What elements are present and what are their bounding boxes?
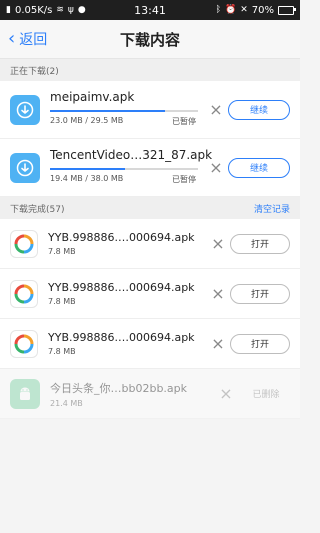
completed-info: 今日头条_你…bb02bb.apk 21.4 MB: [50, 380, 212, 408]
chevron-left-icon: ‹: [8, 28, 16, 49]
notification-icon: ●: [77, 4, 86, 15]
download-info: TencentVideo…321_87.apk 19.4 MB / 38.0 M…: [50, 146, 212, 190]
yyb-app-icon: [10, 229, 38, 258]
completed-info: YYB.998886.…000694.apk 7.8 MB: [48, 281, 204, 306]
battery-icon: [278, 5, 296, 15]
battery-percent: 70%: [251, 4, 274, 16]
status-left: ▮ 0.05K/s ≋ ψ ●: [6, 5, 86, 16]
completed-filename: YYB.998886.…000694.apk: [48, 331, 195, 344]
completed-filename: YYB.998886.…000694.apk: [48, 231, 195, 244]
completed-filename: YYB.998886.…000694.apk: [48, 281, 195, 294]
usb-icon: ψ: [67, 4, 74, 15]
download-filename: meipaimv.apk: [50, 89, 135, 104]
download-progress-bar: [50, 167, 126, 170]
completed-header: 下载完成(57): [10, 204, 65, 215]
close-icon[interactable]: ×: [210, 335, 226, 352]
completed-size: 7.8 MB: [48, 247, 76, 256]
open-button[interactable]: 打开: [230, 283, 290, 304]
download-icon: [10, 94, 40, 125]
download-item[interactable]: TencentVideo…321_87.apk 19.4 MB / 38.0 M…: [0, 139, 300, 197]
wifi-icon: ≋: [56, 4, 64, 15]
close-icon[interactable]: ×: [210, 285, 226, 302]
download-status: 已暂停: [172, 174, 196, 184]
download-status: 已暂停: [172, 116, 196, 126]
download-icon-glyph: [16, 159, 34, 176]
download-progress-bar: [50, 109, 166, 112]
network-speed: 0.05K/s: [14, 4, 53, 16]
completed-size: 7.8 MB: [48, 347, 76, 356]
download-progress: [50, 167, 198, 170]
completed-size: 21.4 MB: [50, 398, 83, 408]
resume-button[interactable]: 继续: [228, 157, 290, 178]
open-button[interactable]: 打开: [230, 333, 290, 354]
alarm-icon: ⏰: [225, 4, 237, 15]
completed-section-header: 下载完成(57) 清空记录: [0, 197, 300, 219]
yyb-app-icon: [10, 279, 38, 308]
completed-filename: 今日头条_你…bb02bb.apk: [50, 381, 188, 395]
download-icon: [10, 152, 40, 183]
download-progress: [50, 109, 198, 112]
completed-size: 7.8 MB: [48, 297, 76, 306]
completed-info: YYB.998886.…000694.apk 7.8 MB: [48, 231, 204, 256]
resume-button[interactable]: 继续: [228, 99, 290, 120]
clear-records-link[interactable]: 清空记录: [254, 202, 290, 215]
close-icon[interactable]: ×: [210, 235, 226, 252]
close-icon[interactable]: ×: [208, 159, 224, 176]
back-button[interactable]: ‹ 返回: [0, 29, 47, 49]
back-label: 返回: [19, 32, 48, 48]
yyb-app-icon-glyph: [14, 284, 34, 303]
android-icon-glyph: [20, 387, 30, 400]
nav-bar: ‹ 返回 下载内容: [0, 20, 300, 59]
yyb-app-icon-glyph: [14, 234, 34, 253]
mute-icon: ✕: [240, 4, 248, 15]
downloading-section-header: 正在下载(2): [0, 59, 300, 81]
completed-item[interactable]: YYB.998886.…000694.apk 7.8 MB × 打开: [0, 269, 300, 319]
download-item[interactable]: meipaimv.apk 23.0 MB / 29.5 MB 已暂停 × 继续: [0, 81, 300, 139]
download-icon-glyph: [16, 101, 34, 118]
status-bar: ▮ 0.05K/s ≋ ψ ● 13:41 ᛒ ⏰ ✕ 70%: [0, 0, 300, 20]
android-icon: [10, 378, 40, 409]
download-info: meipaimv.apk 23.0 MB / 29.5 MB 已暂停: [50, 88, 202, 132]
completed-item[interactable]: YYB.998886.…000694.apk 7.8 MB × 打开: [0, 219, 300, 269]
close-icon[interactable]: ×: [218, 385, 234, 402]
status-right: ᛒ ⏰ ✕ 70%: [215, 4, 296, 16]
open-button[interactable]: 打开: [230, 233, 290, 254]
download-filename: TencentVideo…321_87.apk: [50, 147, 213, 162]
download-size: 19.4 MB / 38.0 MB: [50, 173, 124, 183]
bluetooth-icon: ᛒ: [215, 4, 221, 15]
completed-info: YYB.998886.…000694.apk 7.8 MB: [48, 331, 204, 356]
deleted-status: 已删除: [252, 390, 280, 400]
yyb-app-icon: [10, 329, 38, 358]
completed-item[interactable]: YYB.998886.…000694.apk 7.8 MB × 打开: [0, 319, 300, 369]
download-size: 23.0 MB / 29.5 MB: [50, 115, 124, 125]
yyb-app-icon-glyph: [14, 334, 34, 353]
signal-icon: ▮: [6, 4, 11, 15]
downloading-header: 正在下载(2): [10, 66, 59, 77]
completed-item-deleted[interactable]: 今日头条_你…bb02bb.apk 21.4 MB × 已删除: [0, 369, 300, 419]
close-icon[interactable]: ×: [208, 101, 224, 118]
